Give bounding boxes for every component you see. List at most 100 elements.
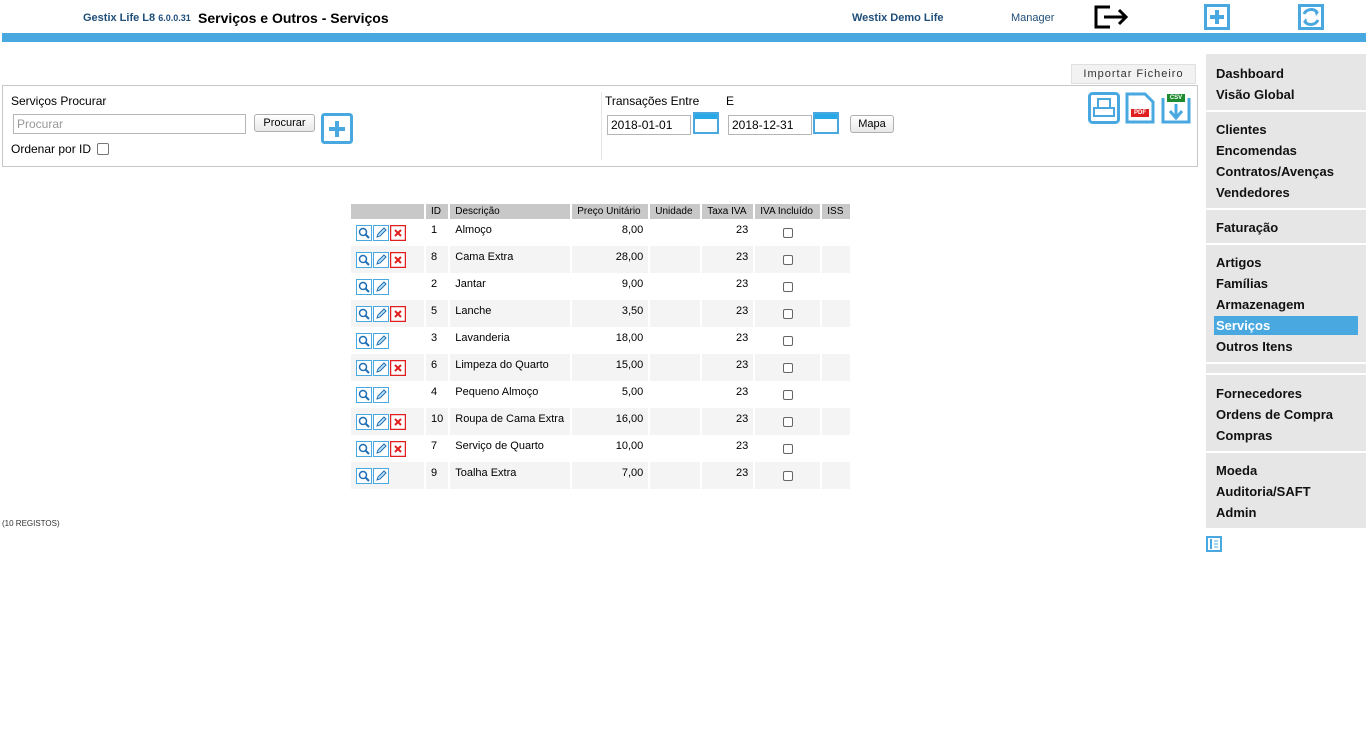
user-name[interactable]: Manager (1011, 12, 1054, 24)
pdf-export-icon[interactable]: PDF (1124, 92, 1156, 124)
menu-item-contratos-avencas[interactable]: Contratos/Avenças (1214, 162, 1358, 181)
edit-icon[interactable] (373, 360, 389, 376)
view-icon[interactable] (356, 441, 372, 457)
table-row[interactable]: 8 Cama Extra 28,00 23 (351, 246, 851, 273)
pdf-label: PDF (1134, 110, 1146, 116)
vat-included-checkbox[interactable] (782, 390, 793, 400)
menu-item-outros-itens[interactable]: Outros Itens (1214, 337, 1358, 356)
menu-item-armazenagem[interactable]: Armazenagem (1214, 295, 1358, 314)
view-icon[interactable] (356, 333, 372, 349)
cell-vat-rate: 23 (736, 278, 749, 290)
refresh-icon[interactable] (1298, 4, 1324, 30)
menu-item-clientes[interactable]: Clientes (1214, 120, 1358, 139)
view-icon[interactable] (356, 279, 372, 295)
search-button[interactable]: Procurar (254, 114, 315, 132)
cell-vat-rate: 23 (702, 300, 754, 327)
menu-item-encomendas[interactable]: Encomendas (1214, 141, 1358, 160)
vat-included-checkbox[interactable] (782, 444, 793, 454)
edit-icon[interactable] (373, 252, 389, 268)
import-file-button[interactable]: Importar Ficheiro (1071, 64, 1196, 84)
cell-unit (650, 273, 700, 300)
col-description[interactable]: Descrição (450, 204, 571, 219)
col-iss[interactable]: ISS (822, 204, 851, 219)
menu-item-dashboard[interactable]: Dashboard (1214, 64, 1358, 83)
table-row[interactable]: 3 Lavanderia 18,00 23 (351, 327, 850, 354)
sidebar-toggle-icon[interactable] (1206, 536, 1222, 552)
cell-unit (650, 435, 700, 462)
menu-item-ordens-de-compra[interactable]: Ordens de Compra (1214, 405, 1358, 424)
edit-icon[interactable] (373, 441, 389, 457)
menu-item-auditoria-saft[interactable]: Auditoria/SAFT (1214, 482, 1358, 501)
menu-item-familias[interactable]: Famílias (1214, 274, 1358, 293)
menu-item-vendedores[interactable]: Vendedores (1214, 183, 1358, 202)
cell-unit (650, 219, 700, 246)
delete-icon[interactable] (390, 360, 406, 376)
edit-icon[interactable] (373, 468, 389, 484)
cell-unit (650, 300, 701, 327)
table-row[interactable]: 6 Limpeza do Quarto 15,00 23 (351, 354, 851, 381)
vat-included-checkbox[interactable] (782, 471, 793, 481)
edit-icon[interactable] (373, 279, 389, 295)
menu-item-fornecedores[interactable]: Fornecedores (1214, 384, 1358, 403)
col-unit-price[interactable]: Preço Unitário (572, 204, 649, 219)
view-icon[interactable] (356, 252, 372, 268)
cell-vat-rate: 23 (736, 332, 749, 344)
menu-item-artigos[interactable]: Artigos (1214, 253, 1358, 272)
vat-included-checkbox[interactable] (782, 363, 793, 373)
map-button[interactable]: Mapa (850, 115, 894, 133)
delete-icon[interactable] (390, 225, 406, 241)
menu-item-visao-global[interactable]: Visão Global (1214, 85, 1358, 104)
table-row[interactable]: 1 Almoço 8,00 23 (351, 219, 850, 246)
add-service-icon[interactable] (321, 113, 354, 145)
view-icon[interactable] (356, 387, 372, 403)
table-row[interactable]: 2 Jantar 9,00 23 (351, 273, 850, 300)
table-row[interactable]: 7 Serviço de Quarto 10,00 23 (351, 435, 850, 462)
col-vat-rate[interactable]: Taxa IVA (702, 204, 754, 219)
vat-included-checkbox[interactable] (782, 228, 793, 238)
edit-icon[interactable] (373, 333, 389, 349)
menu-item-faturacao[interactable]: Faturação (1214, 218, 1358, 237)
view-icon[interactable] (356, 414, 372, 430)
view-icon[interactable] (356, 225, 372, 241)
search-input[interactable] (13, 114, 246, 134)
col-vat-included[interactable]: IVA Incluído (755, 204, 821, 219)
date-to-field[interactable]: 2018-12-31 (728, 115, 812, 135)
table-row[interactable]: 4 Pequeno Almoço 5,00 23 (351, 381, 850, 408)
menu-item-moeda[interactable]: Moeda (1214, 461, 1358, 480)
vat-included-checkbox[interactable] (782, 336, 793, 346)
col-unit[interactable]: Unidade (650, 204, 701, 219)
table-row[interactable]: 9 Toalha Extra 7,00 23 (351, 462, 851, 489)
delete-icon[interactable] (390, 252, 406, 268)
delete-icon[interactable] (390, 306, 406, 322)
edit-icon[interactable] (373, 414, 389, 430)
view-icon[interactable] (356, 360, 372, 376)
calendar-from-icon[interactable] (693, 112, 719, 134)
vat-included-checkbox[interactable] (782, 309, 793, 319)
plus-icon[interactable] (1204, 4, 1230, 30)
table-row[interactable]: 5 Lanche 3,50 23 (351, 300, 851, 327)
edit-icon[interactable] (373, 225, 389, 241)
view-icon[interactable] (356, 468, 372, 484)
order-by-id-checkbox[interactable] (97, 143, 109, 155)
vat-included-checkbox[interactable] (782, 282, 793, 292)
vat-included-checkbox[interactable] (782, 255, 793, 265)
menu-item-admin[interactable]: Admin (1214, 503, 1358, 522)
print-icon[interactable] (1088, 92, 1120, 124)
delete-icon[interactable] (390, 414, 406, 430)
csv-export-icon[interactable]: CSV (1160, 92, 1192, 124)
date-from-field[interactable]: 2018-01-01 (607, 115, 691, 135)
logout-icon[interactable] (1094, 4, 1130, 30)
company-name[interactable]: Westix Demo Life (852, 12, 944, 24)
vat-included-checkbox[interactable] (782, 417, 793, 427)
header-divider-bar (2, 33, 1366, 42)
menu-item-servicos[interactable]: Serviços (1214, 316, 1358, 335)
delete-icon[interactable] (390, 441, 406, 457)
view-icon[interactable] (356, 306, 372, 322)
menu-item-compras[interactable]: Compras (1214, 426, 1358, 445)
col-id[interactable]: ID (426, 204, 449, 219)
edit-icon[interactable] (373, 306, 389, 322)
table-row[interactable]: 10 Roupa de Cama Extra 16,00 23 (351, 408, 851, 435)
edit-icon[interactable] (373, 387, 389, 403)
cell-iss (822, 273, 850, 300)
calendar-to-icon[interactable] (813, 112, 839, 134)
